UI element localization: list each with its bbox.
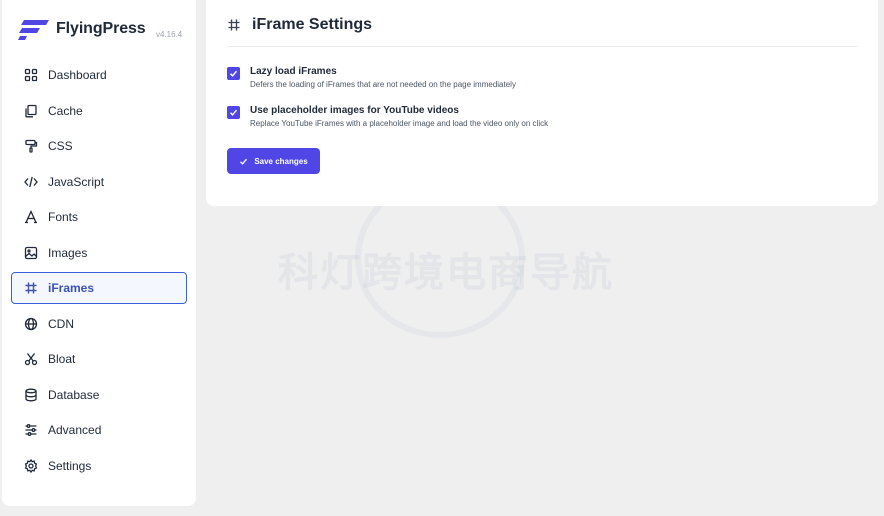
copy-icon: [24, 104, 38, 118]
option-description: Defers the loading of iFrames that are n…: [250, 80, 516, 89]
option-lazy-load-iframes: Lazy load iFrames Defers the loading of …: [227, 66, 516, 91]
save-button-label: Save changes: [254, 156, 308, 166]
gear-icon: [24, 458, 38, 473]
watermark-text: 科灯跨境电商导航: [278, 251, 614, 295]
sidebar-item-label: JavaScript: [48, 174, 105, 189]
iframe-settings-panel: iFrame Settings Lazy load iFrames Defers…: [206, 0, 878, 206]
sidebar-item-fonts[interactable]: Fonts: [11, 201, 187, 233]
sidebar: FlyingPress v4.16.4 Dashboard Cache CSS: [2, 0, 196, 506]
page-title: iFrame Settings: [252, 15, 373, 33]
check-icon: [240, 158, 248, 165]
globe-icon: [24, 317, 38, 331]
sidebar-item-settings[interactable]: Settings: [11, 450, 187, 482]
sidebar-item-label: Images: [48, 245, 88, 260]
brand[interactable]: FlyingPress: [18, 16, 146, 42]
sidebar-item-css[interactable]: CSS: [11, 130, 187, 162]
sidebar-item-label: iFrames: [48, 281, 95, 295]
sidebar-item-label: Fonts: [48, 210, 79, 224]
sidebar-item-label: Database: [48, 387, 100, 402]
option-youtube-placeholder: Use placeholder images for YouTube video…: [227, 105, 548, 130]
sidebar-item-javascript[interactable]: JavaScript: [11, 166, 187, 198]
sidebar-item-dashboard[interactable]: Dashboard: [11, 59, 187, 91]
sidebar-item-database[interactable]: Database: [11, 379, 187, 411]
sidebar-item-bloat[interactable]: Bloat: [11, 343, 187, 375]
youtube-placeholder-checkbox[interactable]: [227, 106, 240, 119]
scissors-icon: [24, 352, 38, 366]
option-title: Use placeholder images for YouTube video…: [250, 105, 459, 116]
panel-header: iFrame Settings: [227, 13, 858, 47]
sidebar-item-label: CSS: [48, 139, 73, 153]
dashboard-icon: [24, 68, 38, 82]
option-title: Lazy load iFrames: [250, 66, 337, 77]
lazy-load-checkbox[interactable]: [227, 67, 240, 80]
sidebar-nav: Dashboard Cache CSS JavaScript Fonts Ima…: [11, 59, 187, 485]
sidebar-item-label: Cache: [48, 103, 83, 118]
sidebar-item-label: Dashboard: [48, 68, 107, 82]
hash-icon: [24, 281, 38, 295]
sidebar-item-images[interactable]: Images: [11, 237, 187, 269]
font-icon: [24, 210, 38, 224]
code-icon: [24, 175, 38, 189]
save-button[interactable]: Save changes: [227, 148, 320, 174]
database-icon: [24, 388, 38, 402]
sidebar-item-label: CDN: [48, 316, 74, 331]
sidebar-item-iframes[interactable]: iFrames: [11, 272, 187, 304]
sliders-icon: [24, 423, 38, 437]
sidebar-item-label: Bloat: [48, 352, 76, 366]
brand-name: FlyingPress: [56, 20, 146, 37]
sidebar-item-cdn[interactable]: CDN: [11, 308, 187, 340]
sidebar-item-label: Advanced: [48, 423, 102, 437]
sidebar-item-advanced[interactable]: Advanced: [11, 414, 187, 446]
version-label: v4.16.4: [156, 30, 183, 39]
flyingpress-logo-icon: [18, 18, 50, 40]
image-icon: [24, 246, 38, 260]
hash-icon: [227, 18, 241, 32]
sidebar-item-label: Settings: [48, 458, 92, 473]
sidebar-item-cache[interactable]: Cache: [11, 95, 187, 127]
paint-roller-icon: [24, 139, 38, 153]
option-description: Replace YouTube iFrames with a placehold…: [250, 119, 549, 128]
